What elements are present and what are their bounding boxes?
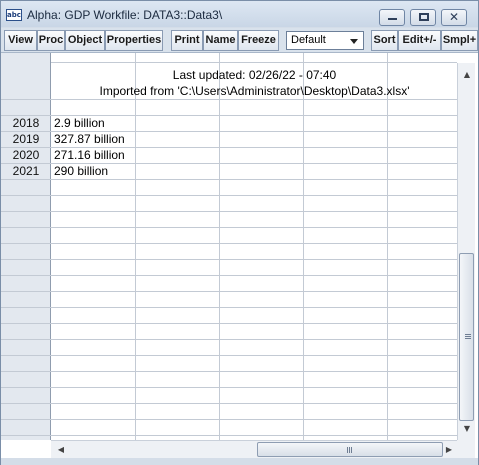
smpl-button[interactable]: Smpl+ — [441, 30, 478, 51]
grid-row-line — [1, 339, 457, 340]
grid-row-line — [1, 259, 457, 260]
grip-line — [349, 447, 350, 453]
scroll-down-icon[interactable]: ▼ — [459, 423, 475, 435]
grip-line — [347, 447, 348, 453]
view-button[interactable]: View — [4, 30, 37, 51]
edit-toggle-button[interactable]: Edit+/- — [398, 30, 441, 51]
display-type-select[interactable]: Default — [286, 31, 364, 50]
grid-row-line — [1, 435, 457, 436]
grid-row-line — [1, 291, 457, 292]
vertical-scroll-thumb[interactable] — [459, 253, 474, 421]
cell-value-2019[interactable]: 327.87 billion — [54, 131, 125, 147]
grid-row-line — [1, 195, 457, 196]
grid-row-line — [1, 419, 457, 420]
maximize-icon — [419, 13, 429, 21]
horizontal-scroll-thumb[interactable] — [257, 442, 443, 457]
window-bottom-edge — [1, 458, 478, 465]
row-label-2018[interactable]: 2018 — [1, 115, 51, 131]
row-label-2019[interactable]: 2019 — [1, 131, 51, 147]
print-button[interactable]: Print — [171, 30, 203, 51]
grip-line — [465, 334, 471, 335]
cell-value-2018[interactable]: 2.9 billion — [54, 115, 105, 131]
column-header-band — [51, 53, 457, 63]
import-source-line: Imported from 'C:\Users\Administrator\De… — [99, 84, 410, 98]
maximize-button[interactable] — [410, 9, 436, 26]
grip-line — [351, 447, 352, 453]
grid-column-line — [387, 53, 388, 440]
grid-row-line — [1, 371, 457, 372]
scrollbar-corner — [457, 440, 475, 458]
window-title: Alpha: GDP Workfile: DATA3::Data3\ — [27, 8, 223, 22]
grid-row-line — [1, 323, 457, 324]
close-button[interactable]: ✕ — [441, 9, 467, 26]
display-type-value: Default — [291, 34, 326, 46]
grid-row-line — [1, 355, 457, 356]
scroll-left-icon[interactable]: ◀ — [53, 444, 69, 456]
grid-row-line — [1, 403, 457, 404]
series-toolbar: View Proc Object Properties Print Name F… — [1, 28, 478, 53]
grid-column-line — [135, 53, 136, 440]
freeze-button[interactable]: Freeze — [238, 30, 279, 51]
title-bar[interactable]: abc Alpha: GDP Workfile: DATA3::Data3\ ✕ — [1, 1, 478, 27]
cell-value-2020[interactable]: 271.16 billion — [54, 147, 125, 163]
grid-row-line — [1, 211, 457, 212]
close-icon: ✕ — [448, 10, 460, 24]
vertical-scrollbar[interactable]: ▲ ▼ — [457, 63, 475, 440]
grid-row-line — [1, 243, 457, 244]
grid-column-line — [219, 53, 220, 440]
last-updated-line: Last updated: 02/26/22 - 07:40 — [172, 68, 337, 82]
grid-row-line — [1, 307, 457, 308]
alpha-series-icon: abc — [6, 9, 22, 21]
object-button[interactable]: Object — [65, 30, 105, 51]
chevron-down-icon — [350, 39, 358, 44]
proc-button[interactable]: Proc — [37, 30, 65, 51]
name-button[interactable]: Name — [203, 30, 238, 51]
cell-value-2021[interactable]: 290 billion — [54, 163, 108, 179]
row-label-2021[interactable]: 2021 — [1, 163, 51, 179]
row-header-column — [1, 53, 51, 440]
horizontal-scrollbar[interactable]: ◀ ▶ — [51, 440, 457, 458]
spreadsheet-grid[interactable]: Last updated: 02/26/22 - 07:40 Imported … — [1, 53, 478, 465]
properties-button[interactable]: Properties — [105, 30, 163, 51]
grid-row-line — [1, 179, 457, 180]
minimize-button[interactable] — [379, 9, 405, 26]
grip-line — [465, 336, 471, 337]
sort-button[interactable]: Sort — [371, 30, 398, 51]
grid-column-line — [303, 53, 304, 440]
row-label-2020[interactable]: 2020 — [1, 147, 51, 163]
grip-line — [465, 338, 471, 339]
minimize-icon — [388, 18, 397, 20]
grid-row-line — [1, 227, 457, 228]
series-window: abc Alpha: GDP Workfile: DATA3::Data3\ ✕… — [0, 0, 479, 465]
grid-row-line — [1, 387, 457, 388]
grid-row-line — [1, 99, 457, 100]
scroll-right-icon[interactable]: ▶ — [441, 444, 457, 456]
scroll-up-icon[interactable]: ▲ — [459, 69, 475, 81]
grid-row-line — [1, 275, 457, 276]
